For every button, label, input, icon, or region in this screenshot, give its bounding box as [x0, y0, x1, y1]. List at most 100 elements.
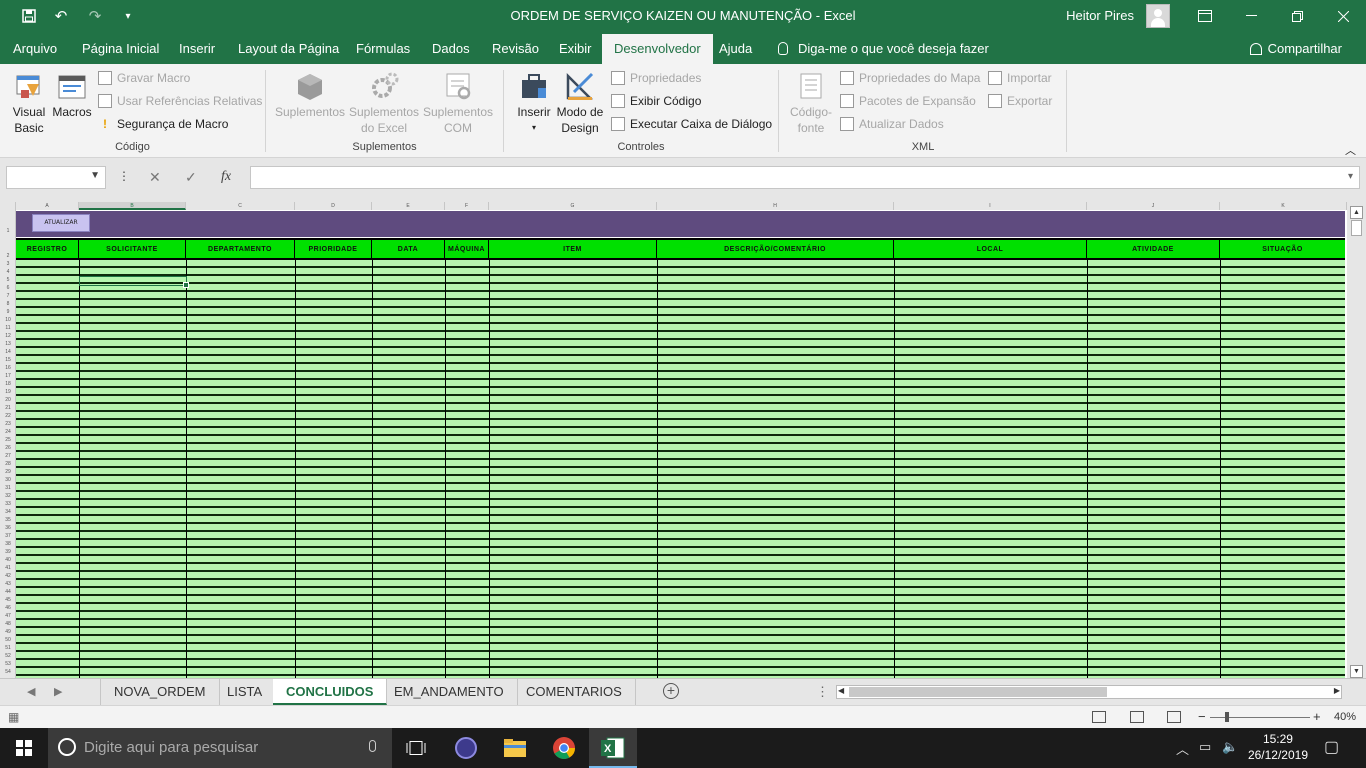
- row-header[interactable]: 21: [0, 404, 16, 412]
- tab-layout-da-pagina[interactable]: Layout da Página: [238, 41, 339, 56]
- column-header[interactable]: K: [1220, 202, 1347, 210]
- sheet-tab-em-andamento[interactable]: EM_ANDAMENTO: [381, 679, 518, 705]
- start-button[interactable]: [0, 728, 48, 768]
- tab-inserir[interactable]: Inserir: [179, 41, 215, 56]
- column-header[interactable]: B: [79, 202, 186, 210]
- row-header[interactable]: 22: [0, 412, 16, 420]
- header-descricao[interactable]: DESCRIÇÃO/COMENTÁRIO: [657, 240, 894, 260]
- selected-cell[interactable]: [79, 276, 189, 288]
- usar-referencias-button[interactable]: Usar Referências Relativas: [98, 94, 262, 108]
- header-solicitante[interactable]: SOLICITANTE: [79, 240, 186, 260]
- row-header[interactable]: 7: [0, 292, 16, 300]
- column-header[interactable]: F: [445, 202, 489, 210]
- atualizar-button[interactable]: ATUALIZAR: [32, 214, 90, 232]
- scroll-left-icon[interactable]: ◀: [838, 686, 844, 695]
- restore-icon[interactable]: [1274, 0, 1320, 32]
- taskbar-clock[interactable]: 15:29 26/12/2019: [1248, 731, 1308, 763]
- row-header[interactable]: 48: [0, 620, 16, 628]
- row-header[interactable]: 50: [0, 636, 16, 644]
- vertical-scrollbar[interactable]: ▲ ▼: [1347, 202, 1366, 678]
- task-view-icon[interactable]: [392, 728, 440, 768]
- exibir-codigo-button[interactable]: Exibir Código: [611, 94, 701, 108]
- scroll-right-icon[interactable]: ▶: [1334, 686, 1340, 695]
- row-header[interactable]: 20: [0, 396, 16, 404]
- importar-button[interactable]: Importar: [988, 71, 1052, 85]
- vertical-scroll-thumb[interactable]: [1351, 220, 1362, 236]
- row-header[interactable]: 52: [0, 652, 16, 660]
- volume-muted-icon[interactable]: 🔈: [1222, 739, 1238, 755]
- row-header[interactable]: 14: [0, 348, 16, 356]
- row-header[interactable]: 10: [0, 316, 16, 324]
- codigo-fonte-button[interactable]: Código- fonte: [786, 70, 836, 136]
- row-header[interactable]: 29: [0, 468, 16, 476]
- row-header[interactable]: 39: [0, 548, 16, 556]
- tab-splitter-icon[interactable]: ⋮: [816, 684, 829, 700]
- row-header[interactable]: 34: [0, 508, 16, 516]
- select-all-corner[interactable]: [0, 202, 16, 210]
- macros-button[interactable]: Macros: [52, 70, 92, 120]
- row-header[interactable]: 35: [0, 516, 16, 524]
- chrome-icon[interactable]: [540, 728, 588, 768]
- header-departamento[interactable]: DEPARTAMENTO: [186, 240, 295, 260]
- app-icon[interactable]: [442, 728, 490, 768]
- inserir-control-button[interactable]: Inserir ▾: [513, 70, 555, 136]
- row-header[interactable]: 42: [0, 572, 16, 580]
- row-header[interactable]: 51: [0, 644, 16, 652]
- next-sheet-icon[interactable]: ▶: [54, 685, 62, 698]
- close-icon[interactable]: [1320, 0, 1366, 32]
- row-header[interactable]: 4: [0, 268, 16, 276]
- row-header[interactable]: 28: [0, 460, 16, 468]
- enter-icon[interactable]: ✓: [185, 169, 197, 186]
- tab-formulas[interactable]: Fórmulas: [356, 41, 410, 56]
- header-prioridade[interactable]: PRIORIDADE: [295, 240, 372, 260]
- row-header[interactable]: 31: [0, 484, 16, 492]
- notifications-icon[interactable]: ▢: [1324, 737, 1339, 757]
- tab-exibir[interactable]: Exibir: [559, 41, 592, 56]
- row-header[interactable]: 30: [0, 476, 16, 484]
- cancel-icon[interactable]: ✕: [149, 169, 161, 186]
- sheet-tab-lista[interactable]: LISTA: [214, 679, 277, 705]
- row-header[interactable]: 18: [0, 380, 16, 388]
- zoom-slider-thumb[interactable]: [1225, 712, 1229, 722]
- minimize-icon[interactable]: [1228, 0, 1274, 32]
- row-header[interactable]: 27: [0, 452, 16, 460]
- row-header[interactable]: 17: [0, 372, 16, 380]
- header-situacao[interactable]: SITUAÇÃO: [1220, 240, 1345, 260]
- visual-basic-button[interactable]: Visual Basic: [8, 70, 50, 136]
- row-header[interactable]: 53: [0, 660, 16, 668]
- column-header[interactable]: J: [1087, 202, 1220, 210]
- suplementos-com-button[interactable]: Suplementos COM: [422, 70, 494, 136]
- row-header[interactable]: 45: [0, 596, 16, 604]
- header-data[interactable]: DATA: [372, 240, 445, 260]
- microphone-icon[interactable]: [369, 740, 376, 752]
- row-header[interactable]: 49: [0, 628, 16, 636]
- header-item[interactable]: ITEM: [489, 240, 657, 260]
- prev-sheet-icon[interactable]: ◀: [27, 685, 35, 698]
- tab-desenvolvedor[interactable]: Desenvolvedor: [602, 34, 713, 64]
- column-header[interactable]: H: [657, 202, 894, 210]
- row-header[interactable]: 16: [0, 364, 16, 372]
- row-header[interactable]: 43: [0, 580, 16, 588]
- suplementos-button[interactable]: Suplementos: [275, 70, 345, 120]
- horizontal-scroll-thumb[interactable]: [849, 687, 1107, 697]
- pacotes-expansao-button[interactable]: Pacotes de Expansão: [840, 94, 976, 108]
- row-header[interactable]: 3: [0, 260, 16, 268]
- chevron-up-icon[interactable]: ︿: [1176, 739, 1189, 758]
- collapse-ribbon-icon[interactable]: ︿: [1345, 142, 1356, 158]
- ribbon-display-icon[interactable]: [1182, 0, 1228, 32]
- chevron-down-icon[interactable]: ▼: [90, 170, 100, 181]
- propriedades-mapa-button[interactable]: Propriedades do Mapa: [840, 71, 980, 85]
- tell-me-box[interactable]: Diga-me o que você deseja fazer: [778, 41, 989, 56]
- row-header[interactable]: 8: [0, 300, 16, 308]
- row-header[interactable]: 2: [0, 252, 16, 260]
- add-sheet-icon[interactable]: +: [663, 683, 679, 699]
- header-registro[interactable]: REGISTRO: [16, 240, 79, 260]
- name-box[interactable]: ▼: [6, 166, 106, 189]
- zoom-in-icon[interactable]: +: [1313, 709, 1321, 724]
- row-header[interactable]: 25: [0, 436, 16, 444]
- insert-function-icon[interactable]: fx: [221, 169, 231, 185]
- column-header[interactable]: E: [372, 202, 445, 210]
- tab-dados[interactable]: Dados: [432, 41, 470, 56]
- tab-ajuda[interactable]: Ajuda: [719, 41, 752, 56]
- sheet-tab-comentarios[interactable]: COMENTARIOS: [513, 679, 636, 705]
